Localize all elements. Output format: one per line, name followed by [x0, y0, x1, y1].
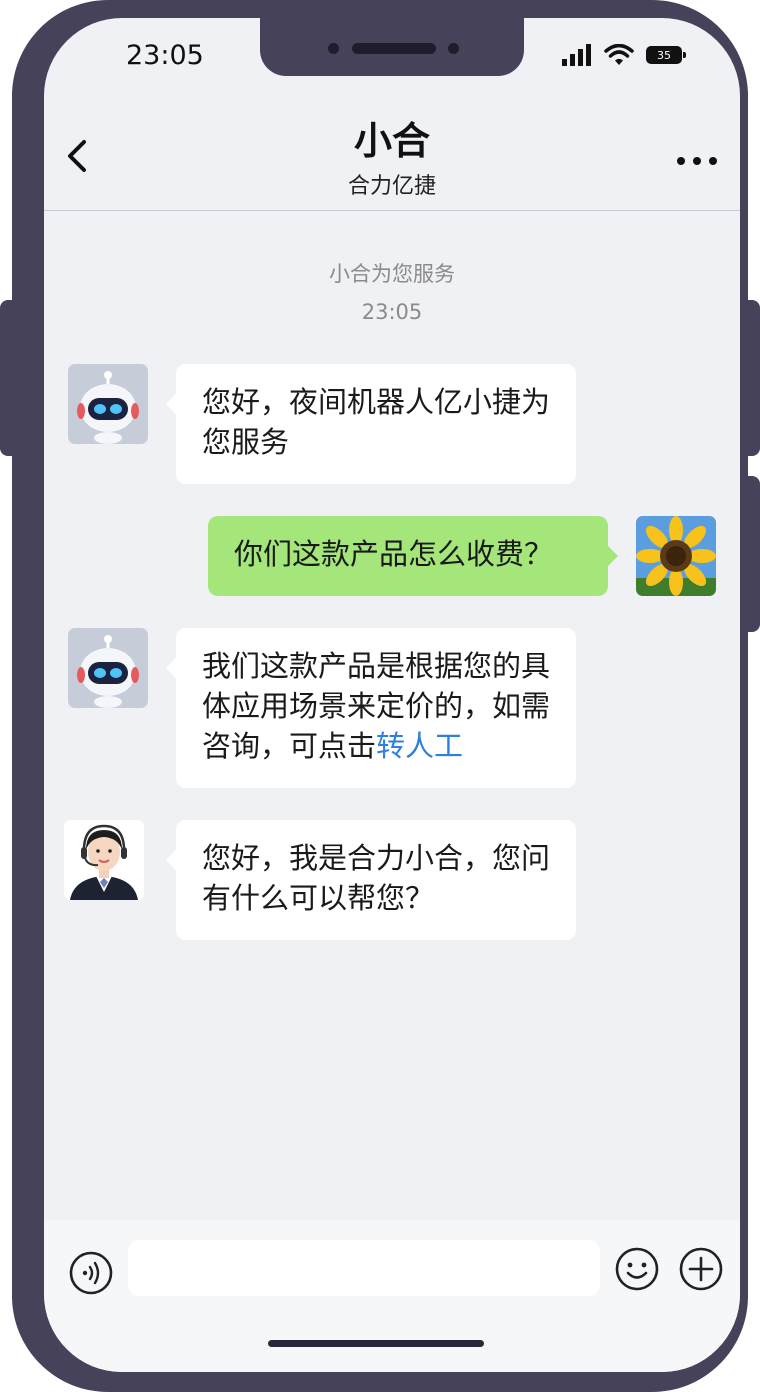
message-text: 您好，我是合力小合，您问有什么可以帮您？ — [202, 841, 551, 915]
sunflower-icon — [636, 516, 716, 596]
home-indicator[interactable] — [268, 1340, 484, 1347]
chat-header: 小合 合力亿捷 — [44, 98, 740, 211]
sunflower-avatar[interactable] — [636, 516, 716, 596]
robot-icon — [77, 635, 139, 708]
phone-screen: 23:05 35 小合 合力亿捷 小合为您服务 23:05 您好，夜间机器人亿小… — [44, 18, 740, 1372]
message-bubble-user: 你们这款产品怎么收费？ — [208, 516, 618, 596]
wifi-icon — [604, 44, 634, 65]
message-bubble-agent: 您好，我是合力小合，您问有什么可以帮您？ — [166, 820, 576, 940]
phone-frame: 23:05 35 小合 合力亿捷 小合为您服务 23:05 您好，夜间机器人亿小… — [12, 0, 748, 1392]
customer-service-agent-icon — [64, 820, 144, 900]
signal-icon — [562, 44, 591, 66]
transfer-to-agent-link[interactable]: 转人工 — [376, 729, 463, 763]
message-timestamp: 23:05 — [361, 300, 423, 324]
message-input[interactable] — [128, 1240, 600, 1296]
power-button — [746, 476, 760, 632]
input-bar — [44, 1220, 740, 1372]
chat-subtitle: 合力亿捷 — [347, 174, 436, 199]
add-icon[interactable] — [678, 1246, 724, 1292]
power-button-top — [746, 300, 760, 456]
robot-avatar[interactable] — [68, 628, 148, 708]
service-notice: 小合为您服务 — [329, 262, 455, 286]
agent-avatar[interactable] — [64, 820, 144, 900]
notch — [260, 18, 524, 76]
status-time: 23:05 — [126, 40, 204, 71]
chat-title: 小合 — [353, 119, 430, 163]
status-icons: 35 — [562, 44, 686, 66]
message-bubble-bot: 您好，夜间机器人亿小捷为您服务 — [166, 364, 576, 484]
message-text: 您好，夜间机器人亿小捷为您服务 — [202, 385, 551, 459]
robot-avatar[interactable] — [68, 364, 148, 444]
emoji-icon[interactable] — [614, 1246, 660, 1292]
message-text: 你们这款产品怎么收费？ — [234, 537, 554, 571]
message-bubble-bot: 我们这款产品是根据您的具体应用场景来定价的，如需咨询，可点击转人工 — [166, 628, 576, 788]
battery-icon: 35 — [646, 46, 686, 64]
voice-input-icon[interactable] — [68, 1250, 114, 1296]
more-options-icon[interactable] — [676, 154, 718, 168]
robot-icon — [77, 371, 139, 444]
